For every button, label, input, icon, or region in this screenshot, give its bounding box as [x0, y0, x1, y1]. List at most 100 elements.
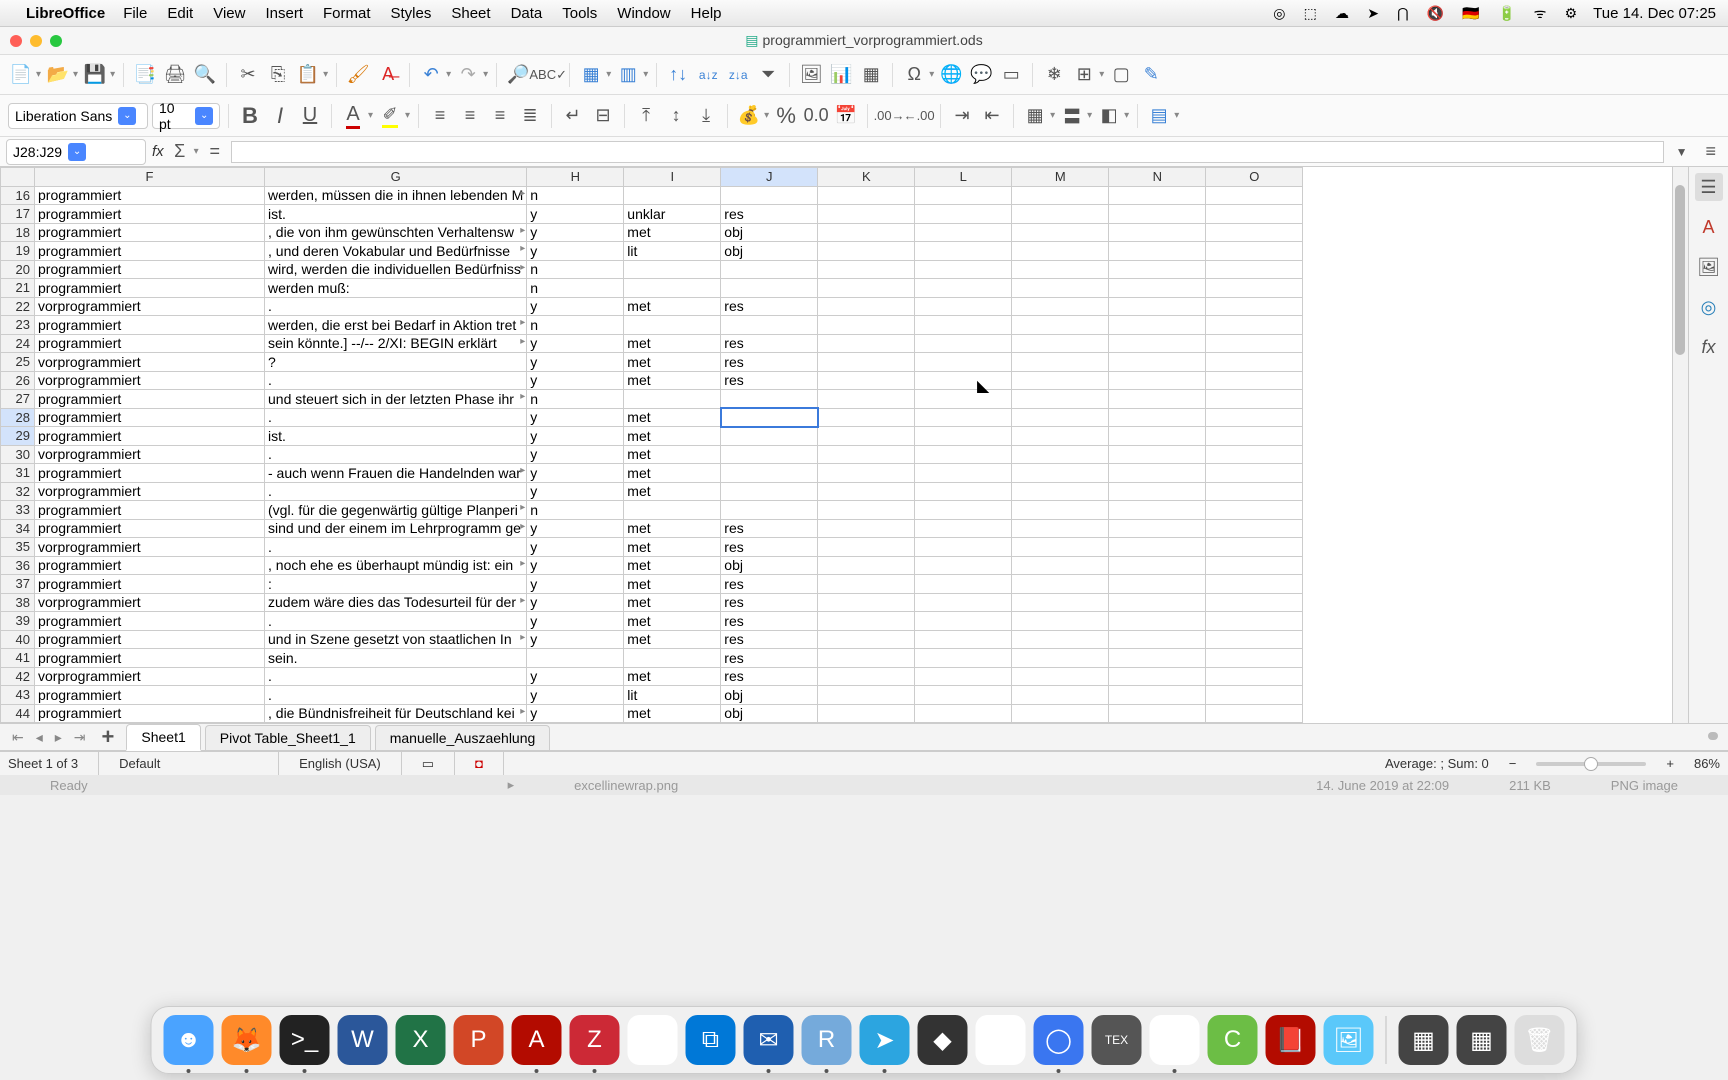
cell-I33[interactable]: [624, 501, 721, 520]
row-header-19[interactable]: 19: [1, 242, 35, 261]
add-sheet-button[interactable]: +: [94, 724, 123, 750]
cell-F31[interactable]: programmiert: [35, 464, 265, 483]
cell-G20[interactable]: wird, werden die individuellen Bedürfnis…: [265, 260, 527, 279]
cell-K18[interactable]: [818, 223, 915, 242]
cell-I22[interactable]: met: [624, 297, 721, 316]
cell-J36[interactable]: obj: [721, 556, 818, 575]
cell-O31[interactable]: [1206, 464, 1303, 483]
cell-J22[interactable]: res: [721, 297, 818, 316]
row-header-42[interactable]: 42: [1, 667, 35, 686]
cell-L38[interactable]: [915, 593, 1012, 612]
cell-K23[interactable]: [818, 316, 915, 335]
sum-icon[interactable]: Σ: [170, 139, 190, 165]
zoom-level[interactable]: 86%: [1694, 756, 1720, 771]
italic-icon[interactable]: I: [267, 103, 293, 129]
undo-icon[interactable]: ↶: [418, 62, 444, 88]
cell-O28[interactable]: [1206, 408, 1303, 427]
cell-O20[interactable]: [1206, 260, 1303, 279]
sheet-tab-2[interactable]: manuelle_Auszaehlung: [375, 725, 551, 750]
cell-O40[interactable]: [1206, 630, 1303, 649]
cell-K27[interactable]: [818, 390, 915, 409]
styles-panel-icon[interactable]: A: [1695, 213, 1723, 241]
special-char-icon[interactable]: Ω: [901, 62, 927, 88]
menu-insert[interactable]: Insert: [265, 5, 303, 22]
cell-G27[interactable]: und steuert sich in der letzten Phase ih…: [265, 390, 527, 409]
cell-M30[interactable]: [1012, 445, 1109, 464]
control-center-icon[interactable]: ⚙: [1565, 5, 1578, 21]
cell-F32[interactable]: vorprogrammiert: [35, 482, 265, 501]
cell-I30[interactable]: met: [624, 445, 721, 464]
cell-G35[interactable]: .: [265, 538, 527, 557]
properties-panel-icon[interactable]: ☰: [1695, 173, 1723, 201]
cell-O24[interactable]: [1206, 334, 1303, 353]
page-style[interactable]: Default: [119, 752, 279, 775]
menu-styles[interactable]: Styles: [391, 5, 432, 22]
cell-G16[interactable]: werden, müssen die in ihnen lebenden M: [265, 186, 527, 205]
cell-G33[interactable]: (vgl. für die gegenwärtig gültige Planpe…: [265, 501, 527, 520]
cell-H37[interactable]: y: [527, 575, 624, 594]
insert-mode[interactable]: ▭: [422, 752, 455, 775]
cell-H18[interactable]: y: [527, 223, 624, 242]
cell-K28[interactable]: [818, 408, 915, 427]
pivot-icon[interactable]: ▦: [858, 62, 884, 88]
dock-trash[interactable]: 🗑: [1515, 1015, 1565, 1065]
cell-M33[interactable]: [1012, 501, 1109, 520]
menu-help[interactable]: Help: [691, 5, 722, 22]
dock-vscode[interactable]: ⧉: [686, 1015, 736, 1065]
cell-K36[interactable]: [818, 556, 915, 575]
col-header-F[interactable]: F: [35, 168, 265, 187]
dock-rstudio[interactable]: R: [802, 1015, 852, 1065]
col-header-L[interactable]: L: [915, 168, 1012, 187]
row-header-23[interactable]: 23: [1, 316, 35, 335]
row-header-33[interactable]: 33: [1, 501, 35, 520]
zoom-in[interactable]: +: [1666, 756, 1674, 771]
cell-K34[interactable]: [818, 519, 915, 538]
row-header-43[interactable]: 43: [1, 686, 35, 705]
cell-M17[interactable]: [1012, 205, 1109, 224]
border-color-icon[interactable]: ◧: [1096, 103, 1122, 129]
cell-M20[interactable]: [1012, 260, 1109, 279]
cell-L20[interactable]: [915, 260, 1012, 279]
menu-edit[interactable]: Edit: [167, 5, 193, 22]
format-paint-icon[interactable]: 🖌: [345, 62, 371, 88]
cell-K37[interactable]: [818, 575, 915, 594]
cell-K31[interactable]: [818, 464, 915, 483]
cell-I21[interactable]: [624, 279, 721, 298]
cell-H24[interactable]: y: [527, 334, 624, 353]
cell-F18[interactable]: programmiert: [35, 223, 265, 242]
cell-I39[interactable]: met: [624, 612, 721, 631]
cell-I26[interactable]: met: [624, 371, 721, 390]
date-icon[interactable]: 📅: [833, 103, 859, 129]
col-header-O[interactable]: O: [1206, 168, 1303, 187]
cell-J16[interactable]: [721, 186, 818, 205]
dock-excel[interactable]: X: [396, 1015, 446, 1065]
cell-I32[interactable]: met: [624, 482, 721, 501]
hyperlink-icon[interactable]: 🌐: [938, 62, 964, 88]
cell-J31[interactable]: [721, 464, 818, 483]
image-icon[interactable]: 🖼: [798, 62, 824, 88]
cell-O22[interactable]: [1206, 297, 1303, 316]
cell-H36[interactable]: y: [527, 556, 624, 575]
cell-F39[interactable]: programmiert: [35, 612, 265, 631]
cell-O29[interactable]: [1206, 427, 1303, 446]
cell-F41[interactable]: programmiert: [35, 649, 265, 668]
cell-G41[interactable]: sein.: [265, 649, 527, 668]
dock-finder[interactable]: ☻: [164, 1015, 214, 1065]
flag-icon[interactable]: 🇩🇪: [1462, 5, 1479, 21]
cell-G22[interactable]: .: [265, 297, 527, 316]
cell-L40[interactable]: [915, 630, 1012, 649]
dock-libreoffice[interactable]: ▭: [1150, 1015, 1200, 1065]
cell-L21[interactable]: [915, 279, 1012, 298]
cell-H19[interactable]: y: [527, 242, 624, 261]
font-size-select[interactable]: 10 pt⌄: [152, 103, 220, 129]
cell-M29[interactable]: [1012, 427, 1109, 446]
cell-L33[interactable]: [915, 501, 1012, 520]
cell-K26[interactable]: [818, 371, 915, 390]
cell-O30[interactable]: [1206, 445, 1303, 464]
cell-I17[interactable]: unklar: [624, 205, 721, 224]
language[interactable]: English (USA): [299, 752, 402, 775]
cell-L25[interactable]: [915, 353, 1012, 372]
cell-O36[interactable]: [1206, 556, 1303, 575]
dock-camtasia[interactable]: C: [1208, 1015, 1258, 1065]
row-header-31[interactable]: 31: [1, 464, 35, 483]
